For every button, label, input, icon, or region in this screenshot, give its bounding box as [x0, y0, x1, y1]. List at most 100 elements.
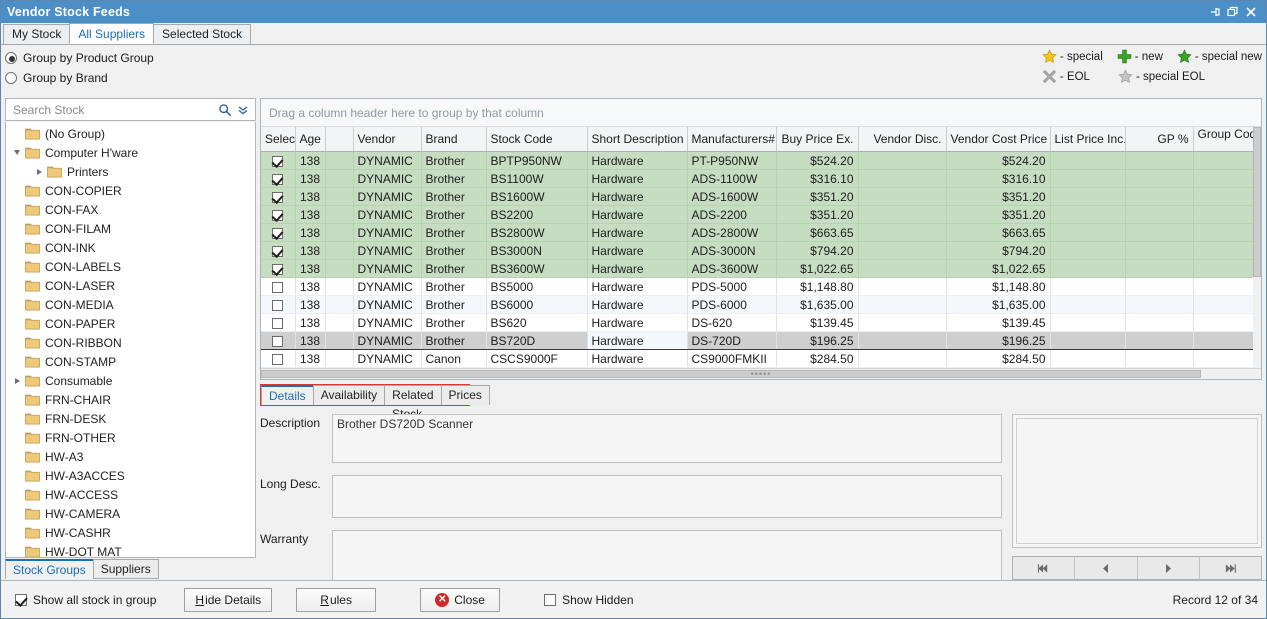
tab-all-suppliers[interactable]: All Suppliers — [69, 23, 154, 44]
tree-node[interactable]: CON-PAPER — [6, 314, 255, 333]
grid-horizontal-scroll-thumb[interactable] — [261, 370, 1201, 378]
grid-column-header[interactable]: Brand — [421, 127, 486, 152]
row-select-checkbox[interactable] — [261, 296, 295, 314]
search-input[interactable] — [11, 102, 216, 118]
show-all-stock-checkbox-indicator[interactable] — [15, 594, 27, 606]
row-select-checkbox[interactable] — [261, 314, 295, 332]
grid-column-header[interactable]: Vendor — [353, 127, 421, 152]
stock-group-tree[interactable]: (No Group)Computer H'warePrintersCON-COP… — [5, 122, 256, 558]
grid-column-header[interactable]: Buy Price Ex. — [776, 127, 858, 152]
tab-my-stock[interactable]: My Stock — [3, 24, 70, 44]
radio-group-by-brand[interactable]: Group by Brand — [5, 71, 154, 85]
tree-node[interactable]: CON-LABELS — [6, 257, 255, 276]
row-select-checkbox-indicator[interactable] — [272, 246, 283, 257]
tree-node[interactable]: (No Group) — [6, 124, 255, 143]
row-select-checkbox[interactable] — [261, 242, 295, 260]
row-select-checkbox-indicator[interactable] — [272, 228, 283, 239]
tree-node[interactable]: CON-MEDIA — [6, 295, 255, 314]
row-select-checkbox-indicator[interactable] — [272, 282, 283, 293]
tree-node[interactable]: CON-STAMP — [6, 352, 255, 371]
tree-node[interactable]: HW-ACCESS — [6, 485, 255, 504]
tab-related-stock[interactable]: Related Stock — [384, 385, 441, 405]
hide-details-button[interactable]: Hide Details — [184, 588, 272, 612]
table-row[interactable]: 138DYNAMICBrotherBS5000HardwarePDS-5000$… — [261, 278, 1261, 296]
table-row[interactable]: 138DYNAMICBrotherBS6000HardwarePDS-6000$… — [261, 296, 1261, 314]
grid-horizontal-scrollbar[interactable]: ••••• — [261, 368, 1261, 379]
grid-column-header[interactable]: Vendor Cost Price — [946, 127, 1050, 152]
pin-icon[interactable] — [1206, 3, 1224, 21]
expander-expanded-icon[interactable] — [10, 150, 24, 155]
grid-column-header[interactable]: Stock Code — [486, 127, 587, 152]
tree-node[interactable]: CON-INK — [6, 238, 255, 257]
table-row[interactable]: 138DYNAMICBrotherBS2800WHardwareADS-2800… — [261, 224, 1261, 242]
close-icon[interactable] — [1242, 3, 1260, 21]
tree-node[interactable]: FRN-CHAIR — [6, 390, 255, 409]
table-row[interactable]: 138DYNAMICCanonCSCS9000FHardwareCS9000FM… — [261, 350, 1261, 368]
tree-node[interactable]: Computer H'ware — [6, 143, 255, 162]
tab-suppliers[interactable]: Suppliers — [93, 559, 159, 579]
grid-column-header[interactable]: GP % — [1125, 127, 1193, 152]
radio-indicator-brand[interactable] — [5, 72, 17, 84]
grid-vertical-scrollbar[interactable] — [1253, 127, 1261, 368]
grid-column-header[interactable] — [325, 127, 353, 152]
grid-column-header[interactable]: Manufacturers# — [687, 127, 776, 152]
tab-details[interactable]: Details — [261, 385, 314, 405]
grid-column-header[interactable]: Select — [261, 127, 295, 152]
search-icon[interactable] — [216, 103, 234, 117]
field-long-desc-value[interactable] — [332, 475, 1002, 518]
nav-prev-button[interactable] — [1075, 557, 1137, 579]
row-select-checkbox-indicator[interactable] — [272, 174, 283, 185]
radio-group-by-product-group[interactable]: Group by Product Group — [5, 51, 154, 65]
tree-node[interactable]: Printers — [6, 162, 255, 181]
table-row[interactable]: 138DYNAMICBrotherBS3000NHardwareADS-3000… — [261, 242, 1261, 260]
row-select-checkbox-indicator[interactable] — [272, 210, 283, 221]
row-select-checkbox[interactable] — [261, 350, 295, 368]
tree-node[interactable]: HW-A3ACCES — [6, 466, 255, 485]
grid-column-header[interactable]: Short Description — [587, 127, 687, 152]
tree-node[interactable]: CON-FAX — [6, 200, 255, 219]
expander-collapsed-icon[interactable] — [32, 169, 46, 175]
tab-availability[interactable]: Availability — [313, 385, 385, 405]
expander-collapsed-icon[interactable] — [10, 378, 24, 384]
table-row[interactable]: 138DYNAMICBrotherBS1100WHardwareADS-1100… — [261, 170, 1261, 188]
grid-splitter-handle[interactable]: ••••• — [751, 369, 772, 379]
grid-scroll-viewport[interactable]: SelectAgeVendorBrandStock CodeShort Desc… — [261, 127, 1261, 368]
close-button[interactable]: ✕ Close — [420, 588, 500, 612]
field-description-value[interactable]: Brother DS720D Scanner — [332, 414, 1002, 463]
row-select-checkbox-indicator[interactable] — [272, 336, 283, 347]
nav-next-button[interactable] — [1138, 557, 1200, 579]
table-row[interactable]: 138DYNAMICBrotherBS3600WHardwareADS-3600… — [261, 260, 1261, 278]
grid-column-header[interactable]: Group Cod▲ — [1193, 127, 1261, 152]
chevron-double-down-icon[interactable] — [234, 104, 252, 116]
tree-node[interactable]: FRN-OTHER — [6, 428, 255, 447]
tree-node[interactable]: HW-CAMERA — [6, 504, 255, 523]
tab-selected-stock[interactable]: Selected Stock — [153, 24, 251, 44]
tree-node[interactable]: CON-FILAM — [6, 219, 255, 238]
tree-node[interactable]: CON-LASER — [6, 276, 255, 295]
row-select-checkbox[interactable] — [261, 206, 295, 224]
rules-button[interactable]: Rules — [296, 588, 376, 612]
table-row[interactable]: 138DYNAMICBrotherBS720DHardwareDS-720D$1… — [261, 332, 1261, 350]
tab-stock-groups[interactable]: Stock Groups — [5, 559, 94, 579]
tree-node[interactable]: CON-RIBBON — [6, 333, 255, 352]
table-row[interactable]: 138DYNAMICBrotherBS1600WHardwareADS-1600… — [261, 188, 1261, 206]
row-select-checkbox-indicator[interactable] — [272, 300, 283, 311]
field-warranty-value[interactable] — [332, 530, 1002, 582]
row-select-checkbox-indicator[interactable] — [272, 156, 283, 167]
row-select-checkbox[interactable] — [261, 152, 295, 170]
tree-node[interactable]: CON-COPIER — [6, 181, 255, 200]
search-stock-box[interactable] — [5, 98, 256, 121]
tree-node[interactable]: HW-DOT MAT — [6, 542, 255, 558]
table-row[interactable]: 138DYNAMICBrotherBPTP950NWHardwarePT-P95… — [261, 152, 1261, 170]
tab-prices[interactable]: Prices — [441, 385, 490, 405]
tree-node[interactable]: HW-CASHR — [6, 523, 255, 542]
radio-indicator-product-group[interactable] — [5, 52, 17, 64]
group-by-dropzone[interactable]: Drag a column header here to group by th… — [261, 99, 1261, 127]
row-select-checkbox-indicator[interactable] — [272, 264, 283, 275]
tree-node[interactable]: HW-A3 — [6, 447, 255, 466]
tree-node[interactable]: FRN-DESK — [6, 409, 255, 428]
show-hidden-checkbox[interactable]: Show Hidden — [544, 593, 633, 607]
row-select-checkbox[interactable] — [261, 278, 295, 296]
grid-column-header[interactable]: List Price Inc. — [1050, 127, 1125, 152]
row-select-checkbox[interactable] — [261, 260, 295, 278]
